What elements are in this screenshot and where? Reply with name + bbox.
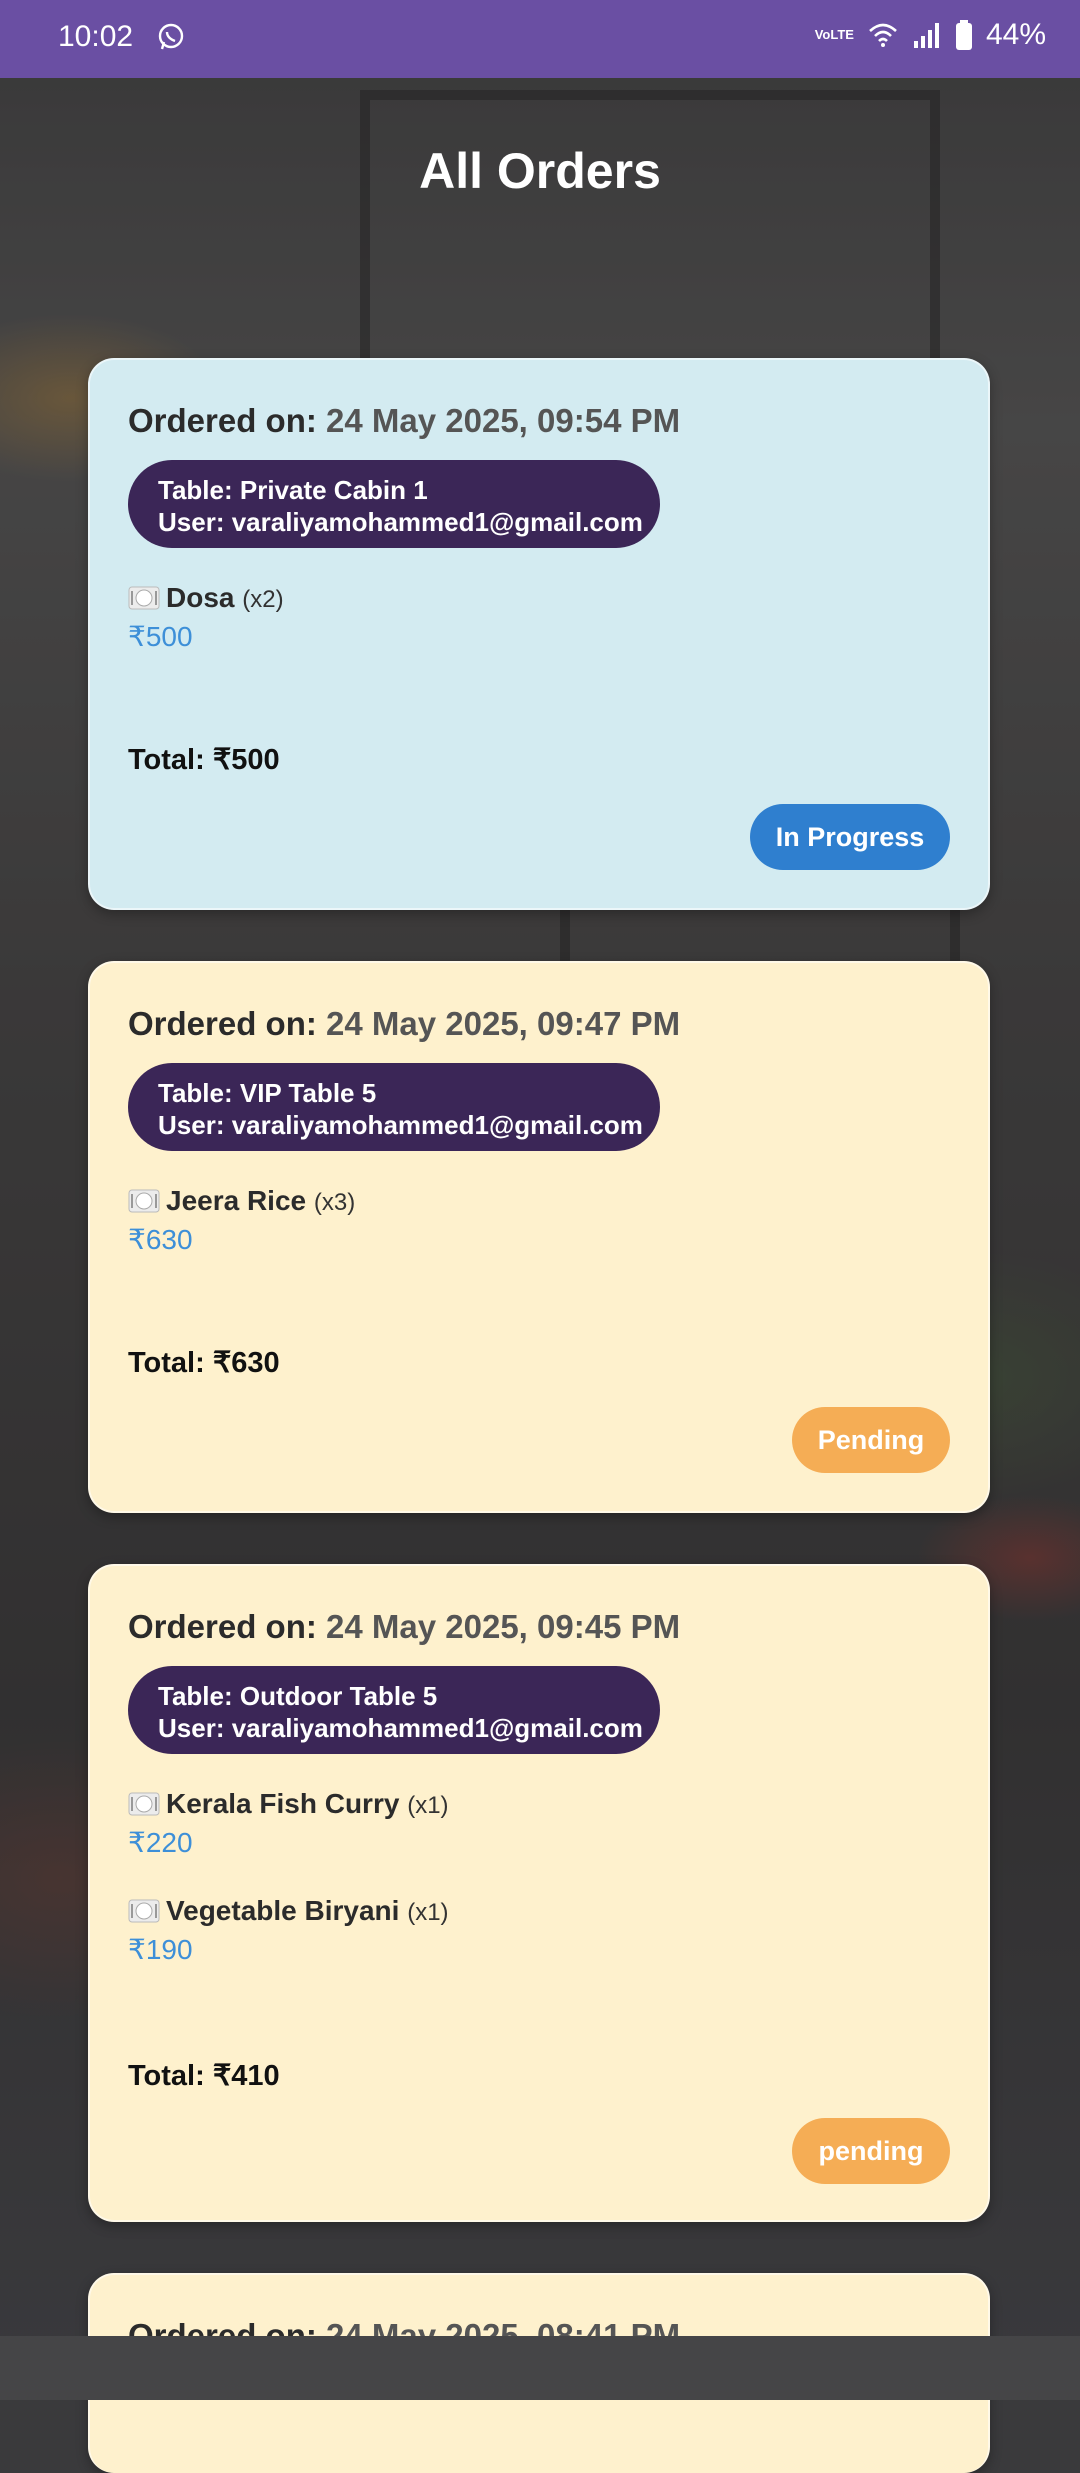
item-price: ₹630 (128, 1224, 193, 1255)
ordered-on-label: Ordered on: (128, 1608, 317, 1645)
volte-icon: VoLTE (815, 28, 854, 42)
status-button[interactable]: pending (792, 2118, 950, 2184)
whatsapp-icon (158, 23, 184, 50)
table-user-badge: Table: Outdoor Table 5 User: varaliyamoh… (128, 1666, 660, 1754)
status-bar: 10:02 VoLTE 44% (0, 0, 1080, 78)
status-time: 10:02 (58, 20, 134, 53)
order-item: Jeera Rice (x3) ₹630 (128, 1185, 355, 1256)
item-price: ₹220 (128, 1827, 193, 1858)
network-label: VoLTE (814, 27, 854, 42)
status-button[interactable]: Pending (792, 1407, 950, 1473)
total-label: Total: (128, 1347, 205, 1379)
table-label: Table: Outdoor Table 5 (158, 1681, 438, 1711)
order-total: Total: ₹410 (128, 2058, 280, 2093)
item-qty: (x3) (313, 1189, 356, 1216)
total-value: ₹500 (212, 744, 280, 776)
total-value: ₹630 (212, 1347, 280, 1379)
table-label: Table: Private Cabin 1 (158, 475, 428, 505)
order-date-value: 24 May 2025, 09:45 PM (326, 1608, 681, 1645)
order-item: Vegetable Biryani (x1) ₹190 (128, 1895, 449, 1966)
item-price: ₹500 (128, 621, 193, 652)
table-user-badge: Table: Private Cabin 1 User: varaliyamoh… (128, 460, 660, 548)
battery-level: 44% (985, 18, 1046, 51)
order-date: Ordered on: 24 May 2025, 09:45 PM (128, 1608, 680, 1646)
order-item: Dosa (x2) ₹500 (128, 582, 284, 653)
item-qty: (x1) (407, 1792, 449, 1819)
status-button[interactable]: In Progress (750, 804, 950, 870)
order-date-value: 24 May 2025, 09:54 PM (326, 402, 681, 439)
battery-icon (955, 20, 972, 50)
total-value: ₹410 (212, 2060, 280, 2092)
order-total: Total: ₹500 (128, 742, 280, 777)
item-name: Jeera Rice (166, 1185, 307, 1216)
order-item: Kerala Fish Curry (x1) ₹220 (128, 1788, 449, 1859)
order-card[interactable]: Ordered on: 24 May 2025, 09:45 PM Table:… (88, 1564, 990, 2222)
item-qty: (x1) (407, 1899, 449, 1926)
plate-icon (128, 1189, 160, 1213)
ordered-on-label: Ordered on: (128, 1005, 317, 1042)
order-card[interactable]: Ordered on: 24 May 2025, 09:47 PM Table:… (88, 961, 990, 1513)
plate-icon (128, 586, 160, 610)
order-date: Ordered on: 24 May 2025, 09:47 PM (128, 1005, 680, 1043)
user-label: User: varaliyamohammed1@gmail.com (158, 1110, 643, 1140)
total-label: Total: (128, 744, 205, 776)
order-date: Ordered on: 24 May 2025, 09:54 PM (128, 402, 680, 440)
page-title: All Orders (419, 143, 661, 199)
order-date-value: 24 May 2025, 09:47 PM (326, 1005, 681, 1042)
item-name: Kerala Fish Curry (166, 1788, 400, 1819)
wifi-icon (869, 23, 897, 47)
order-card[interactable]: Ordered on: 24 May 2025, 09:54 PM Table:… (88, 358, 990, 910)
table-label: Table: VIP Table 5 (158, 1078, 377, 1108)
plate-icon (128, 1899, 160, 1923)
item-price: ₹190 (128, 1934, 193, 1965)
plate-icon (128, 1792, 160, 1816)
user-label: User: varaliyamohammed1@gmail.com (158, 1713, 643, 1743)
ordered-on-label: Ordered on: (128, 402, 317, 439)
item-name: Vegetable Biryani (166, 1895, 400, 1926)
user-label: User: varaliyamohammed1@gmail.com (158, 507, 643, 537)
item-qty: (x2) (242, 586, 284, 613)
signal-icon (913, 23, 939, 48)
table-user-badge: Table: VIP Table 5 User: varaliyamohamme… (128, 1063, 660, 1151)
total-label: Total: (128, 2060, 205, 2092)
bottom-bar (0, 2336, 1080, 2400)
order-total: Total: ₹630 (128, 1345, 280, 1380)
item-name: Dosa (166, 582, 235, 613)
